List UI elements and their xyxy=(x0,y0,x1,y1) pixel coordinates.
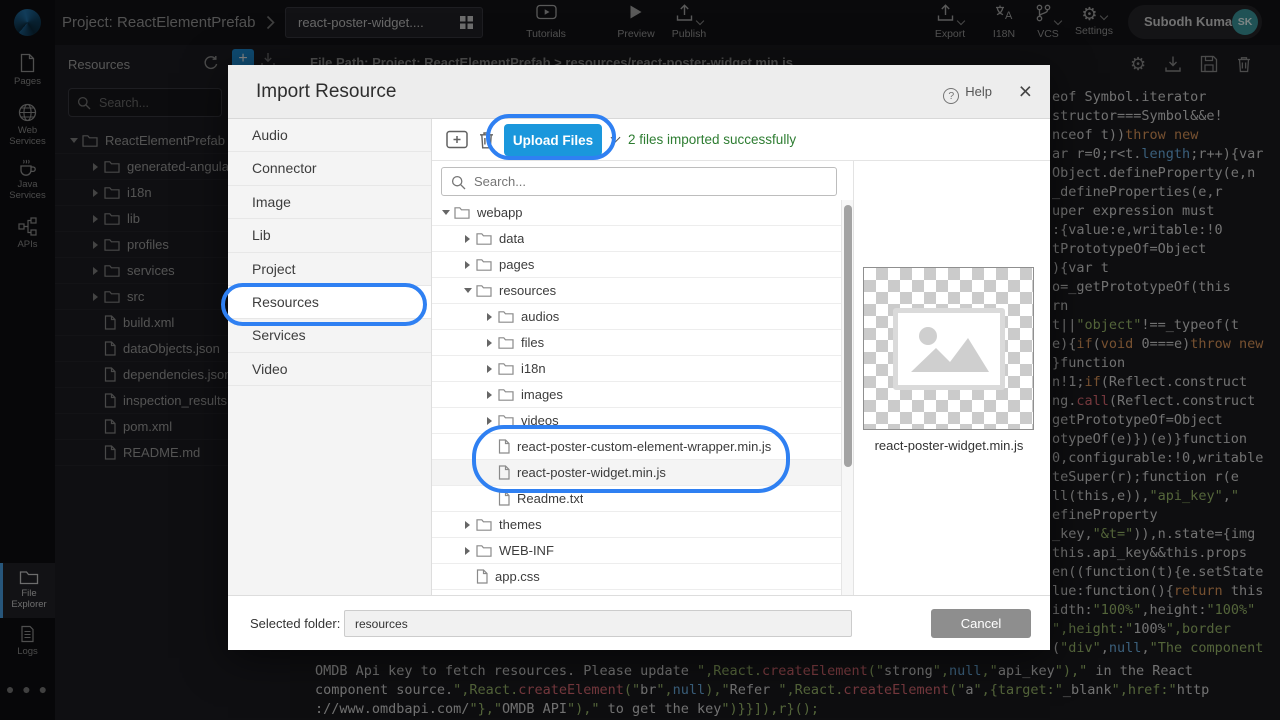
folder-icon xyxy=(476,518,492,531)
close-icon[interactable]: × xyxy=(1019,77,1032,105)
expand-arrow-icon[interactable] xyxy=(484,364,498,374)
expand-arrow-icon[interactable] xyxy=(462,286,476,296)
import-resource-dialog: Import Resource ?Help × Audio Connector … xyxy=(228,65,1050,650)
tree-item[interactable]: files xyxy=(432,330,841,356)
upload-dropdown-chevron-icon[interactable] xyxy=(611,133,621,143)
expand-arrow-icon[interactable] xyxy=(484,338,498,348)
resource-tree: webapp data pages resources xyxy=(432,200,841,595)
help-button[interactable]: ?Help xyxy=(943,65,992,119)
preview-image xyxy=(863,267,1034,430)
new-folder-icon[interactable] xyxy=(446,130,468,149)
tree-item[interactable]: resources xyxy=(432,278,841,304)
image-placeholder-icon xyxy=(893,308,1005,390)
folder-icon xyxy=(498,310,514,323)
folder-icon xyxy=(476,232,492,245)
modal-nav-item[interactable]: Connector xyxy=(228,152,431,185)
tree-item[interactable]: data xyxy=(432,226,841,252)
expand-arrow-icon[interactable] xyxy=(462,546,476,556)
scrollbar-thumb[interactable] xyxy=(844,205,852,467)
expand-arrow-icon[interactable] xyxy=(484,442,498,452)
tree-item[interactable]: Readme.txt xyxy=(432,486,841,512)
tree-item[interactable]: WEB-INF xyxy=(432,538,841,564)
tree-item[interactable]: react-poster-custom-element-wrapper.min.… xyxy=(432,434,841,460)
scrollbar xyxy=(841,200,853,595)
expand-arrow-icon[interactable] xyxy=(484,494,498,504)
folder-icon xyxy=(476,544,492,557)
folder-icon xyxy=(498,336,514,349)
folder-icon xyxy=(476,284,492,297)
dialog-main: Upload Files 2 files imported successful… xyxy=(432,119,1050,595)
dialog-header: Import Resource ?Help × xyxy=(228,65,1050,119)
search-icon xyxy=(451,175,466,190)
expand-arrow-icon[interactable] xyxy=(484,416,498,426)
tree-item[interactable]: i18n xyxy=(432,356,841,382)
modal-nav-item[interactable]: Audio xyxy=(228,119,431,152)
expand-arrow-icon[interactable] xyxy=(462,234,476,244)
folder-icon xyxy=(476,258,492,271)
status-message: 2 files imported successfully xyxy=(628,119,796,161)
modal-nav-item[interactable]: Services xyxy=(228,319,431,352)
expand-arrow-icon[interactable] xyxy=(484,468,498,478)
expand-arrow-icon[interactable] xyxy=(462,572,476,582)
file-icon xyxy=(498,439,510,454)
modal-nav-item[interactable]: Project xyxy=(228,253,431,286)
folder-icon xyxy=(498,388,514,401)
modal-nav-item[interactable]: Lib xyxy=(228,219,431,252)
modal-nav-item[interactable]: Video xyxy=(228,353,431,386)
expand-arrow-icon[interactable] xyxy=(462,520,476,530)
folder-icon xyxy=(454,206,470,219)
expand-arrow-icon[interactable] xyxy=(462,260,476,270)
modal-nav-item[interactable]: Image xyxy=(228,186,431,219)
folder-icon xyxy=(498,362,514,375)
selected-folder-label: Selected folder: xyxy=(250,596,340,651)
selected-folder-input[interactable] xyxy=(344,610,852,637)
tree-item[interactable]: app.css xyxy=(432,564,841,590)
expand-arrow-icon[interactable] xyxy=(440,208,454,218)
tree-item[interactable]: images xyxy=(432,382,841,408)
resource-type-nav: Audio Connector Image Lib Project Resour… xyxy=(228,119,432,595)
file-icon xyxy=(476,569,488,584)
dialog-footer: Selected folder: Cancel xyxy=(228,595,1050,650)
preview-caption: react-poster-widget.min.js xyxy=(854,438,1044,453)
dialog-toolbar: Upload Files 2 files imported successful… xyxy=(432,119,1050,161)
tree-item[interactable]: videos xyxy=(432,408,841,434)
tree-item[interactable]: themes xyxy=(432,512,841,538)
resource-search xyxy=(441,167,837,196)
file-icon xyxy=(498,491,510,506)
upload-files-button[interactable]: Upload Files xyxy=(504,124,602,156)
tree-item[interactable]: pages xyxy=(432,252,841,278)
dialog-title: Import Resource xyxy=(256,65,396,119)
resource-search-input[interactable] xyxy=(472,168,832,195)
tree-item[interactable]: audios xyxy=(432,304,841,330)
tree-item[interactable]: webapp xyxy=(432,200,841,226)
help-icon: ? xyxy=(943,88,959,104)
folder-icon xyxy=(498,414,514,427)
expand-arrow-icon[interactable] xyxy=(484,390,498,400)
expand-arrow-icon[interactable] xyxy=(484,312,498,322)
tree-item[interactable]: react-poster-widget.min.js xyxy=(432,460,841,486)
delete-icon[interactable] xyxy=(478,130,495,149)
modal-nav-item[interactable]: Resources xyxy=(228,286,431,319)
file-icon xyxy=(498,465,510,480)
cancel-button[interactable]: Cancel xyxy=(931,609,1031,638)
preview-pane: react-poster-widget.min.js xyxy=(853,161,1050,595)
